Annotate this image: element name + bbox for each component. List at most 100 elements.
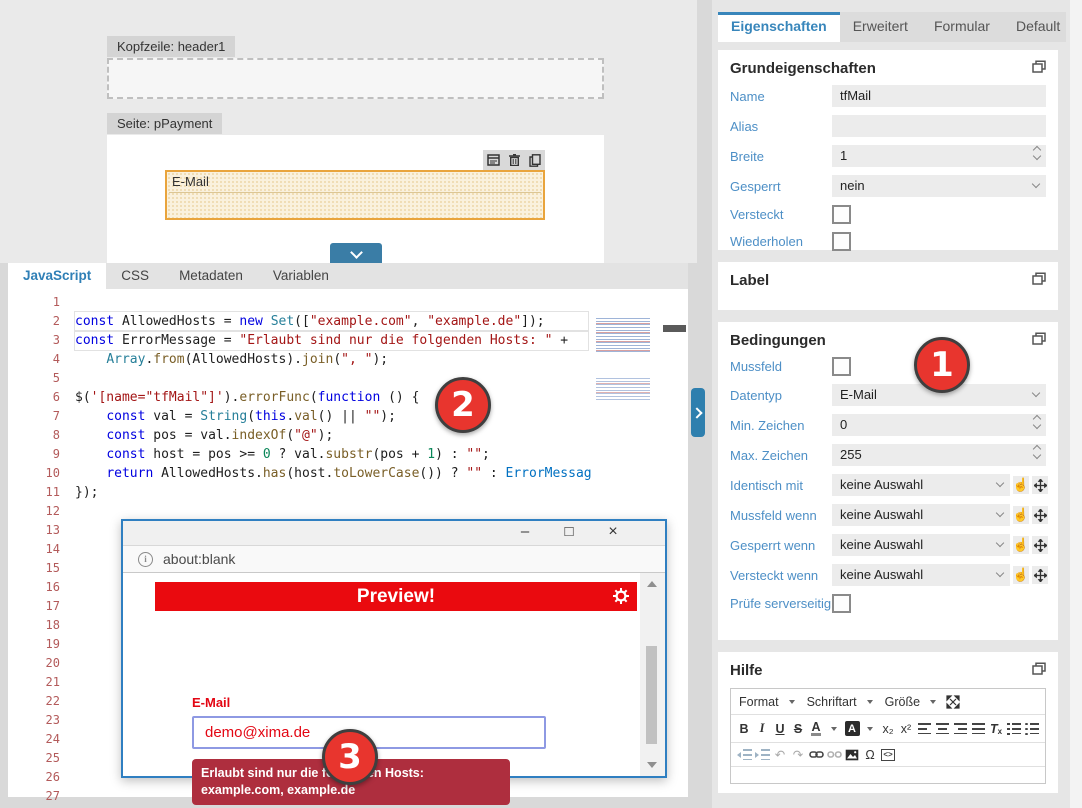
indent-icon[interactable] — [754, 745, 770, 764]
select-field[interactable]: keine Auswahl — [832, 564, 1010, 586]
header-dropzone[interactable] — [107, 58, 604, 99]
subscript-icon[interactable]: x₂ — [880, 719, 896, 738]
property-row: Mussfeld — [730, 357, 1046, 376]
tab-erweitert[interactable]: Erweitert — [840, 12, 921, 42]
hand-pointer-icon[interactable]: ☝ — [1013, 566, 1029, 584]
format-dropdown[interactable]: Format — [735, 695, 799, 709]
align-justify-icon[interactable] — [970, 719, 986, 738]
detach-card-icon[interactable] — [1032, 332, 1046, 345]
input-field[interactable]: 0 — [832, 414, 1046, 436]
move-crosshair-icon[interactable] — [1032, 566, 1048, 584]
code-line[interactable]: const val = String(this.val() || ""); — [75, 407, 588, 426]
preview-scrollbar[interactable] — [640, 573, 665, 776]
code-line[interactable]: }); — [75, 483, 588, 502]
spinner-icon[interactable] — [1034, 147, 1040, 159]
scroll-down-icon[interactable] — [647, 762, 657, 768]
checkbox[interactable] — [832, 357, 851, 376]
tab-eigenschaften[interactable]: Eigenschaften — [718, 12, 840, 42]
scrollbar-thumb[interactable] — [646, 646, 657, 744]
underline-icon[interactable]: U — [772, 719, 788, 738]
input-field[interactable] — [832, 115, 1046, 137]
code-line[interactable]: return AllowedHosts.has(host.toLowerCase… — [75, 464, 588, 483]
properties-icon[interactable] — [487, 154, 500, 166]
page-zone-label[interactable]: Seite: pPayment — [107, 113, 222, 134]
delete-icon[interactable] — [509, 154, 520, 166]
select-field[interactable]: nein — [832, 175, 1046, 197]
font-dropdown[interactable]: Schriftart — [803, 695, 877, 709]
detach-card-icon[interactable] — [1032, 60, 1046, 73]
spinner-icon[interactable] — [1034, 446, 1040, 458]
page-canvas[interactable]: E-Mail — [107, 135, 604, 263]
special-char-icon[interactable]: Ω — [862, 745, 878, 764]
select-field[interactable]: keine Auswahl — [832, 504, 1010, 526]
move-crosshair-icon[interactable] — [1032, 536, 1048, 554]
richtext-content[interactable] — [731, 767, 1045, 787]
checkbox[interactable] — [832, 594, 851, 613]
image-icon[interactable] — [844, 745, 860, 764]
input-field[interactable]: 255 — [832, 444, 1046, 466]
ordered-list-icon[interactable] — [1006, 719, 1022, 738]
input-field[interactable]: tfMail — [832, 85, 1046, 107]
code-line[interactable]: Array.from(AllowedHosts).join(", "); — [75, 350, 588, 369]
info-icon[interactable]: i — [138, 552, 153, 567]
code-line[interactable] — [75, 293, 588, 312]
spinner-icon[interactable] — [1034, 416, 1040, 428]
link-icon[interactable] — [808, 745, 824, 764]
address-text[interactable]: about:blank — [163, 551, 235, 567]
size-dropdown[interactable]: Größe — [881, 695, 940, 709]
strikethrough-icon[interactable]: S — [790, 719, 806, 738]
bold-icon[interactable]: B — [736, 719, 752, 738]
code-line[interactable]: const ErrorMessage = "Erlaubt sind nur d… — [75, 331, 588, 350]
gear-icon[interactable] — [613, 588, 629, 604]
align-left-icon[interactable] — [916, 719, 932, 738]
panel-scroll-gutter[interactable] — [1070, 0, 1082, 808]
align-right-icon[interactable] — [952, 719, 968, 738]
tab-formular[interactable]: Formular — [921, 12, 1003, 42]
minimap-code-block — [596, 318, 650, 352]
minimize-button[interactable]: – — [515, 523, 535, 540]
code-tab-css[interactable]: CSS — [106, 263, 164, 289]
italic-icon[interactable]: I — [754, 719, 770, 738]
code-line[interactable]: const host = pos >= 0 ? val.substr(pos +… — [75, 445, 588, 464]
input-field[interactable]: 1 — [832, 145, 1046, 167]
move-crosshair-icon[interactable] — [1032, 476, 1048, 494]
align-center-icon[interactable] — [934, 719, 950, 738]
detach-card-icon[interactable] — [1032, 272, 1046, 285]
scrollbar-thumb[interactable] — [663, 325, 686, 332]
code-tab-variablen[interactable]: Variablen — [258, 263, 344, 289]
undo-icon[interactable]: ↶ — [772, 745, 788, 764]
superscript-icon[interactable]: x² — [898, 719, 914, 738]
maximize-button[interactable]: □ — [559, 523, 579, 540]
code-tab-metadaten[interactable]: Metadaten — [164, 263, 258, 289]
maximize-icon[interactable] — [945, 692, 961, 711]
code-line[interactable]: $('[name="tfMail"]').errorFunc(function … — [75, 388, 588, 407]
hand-pointer-icon[interactable]: ☝ — [1013, 506, 1029, 524]
checkbox[interactable] — [832, 205, 851, 224]
line-number: 16 — [8, 578, 60, 597]
panel-expand-handle[interactable] — [691, 388, 705, 437]
redo-icon[interactable]: ↷ — [790, 745, 806, 764]
close-button[interactable]: × — [603, 523, 623, 541]
code-line[interactable] — [75, 369, 588, 388]
line-number: 25 — [8, 749, 60, 768]
code-line[interactable]: const AllowedHosts = new Set(["example.c… — [75, 312, 588, 331]
hand-pointer-icon[interactable]: ☝ — [1013, 476, 1029, 494]
unordered-list-icon[interactable] — [1024, 719, 1040, 738]
checkbox[interactable] — [832, 232, 851, 251]
email-field-element[interactable]: E-Mail — [165, 170, 545, 220]
unlink-icon[interactable] — [826, 745, 842, 764]
select-field[interactable]: keine Auswahl — [832, 534, 1010, 556]
copy-icon[interactable] — [529, 154, 541, 167]
outdent-icon[interactable] — [736, 745, 752, 764]
tab-default[interactable]: Default — [1003, 12, 1073, 42]
hand-pointer-icon[interactable]: ☝ — [1013, 536, 1029, 554]
code-line[interactable]: const pos = val.indexOf("@"); — [75, 426, 588, 445]
window-titlebar[interactable]: – □ × — [123, 521, 665, 546]
scroll-up-icon[interactable] — [647, 581, 657, 587]
code-tab-javascript[interactable]: JavaScript — [8, 263, 106, 289]
move-crosshair-icon[interactable] — [1032, 506, 1048, 524]
header-zone-label[interactable]: Kopfzeile: header1 — [107, 36, 235, 57]
detach-card-icon[interactable] — [1032, 662, 1046, 675]
address-bar[interactable]: i about:blank — [123, 546, 665, 573]
select-field[interactable]: keine Auswahl — [832, 474, 1010, 496]
